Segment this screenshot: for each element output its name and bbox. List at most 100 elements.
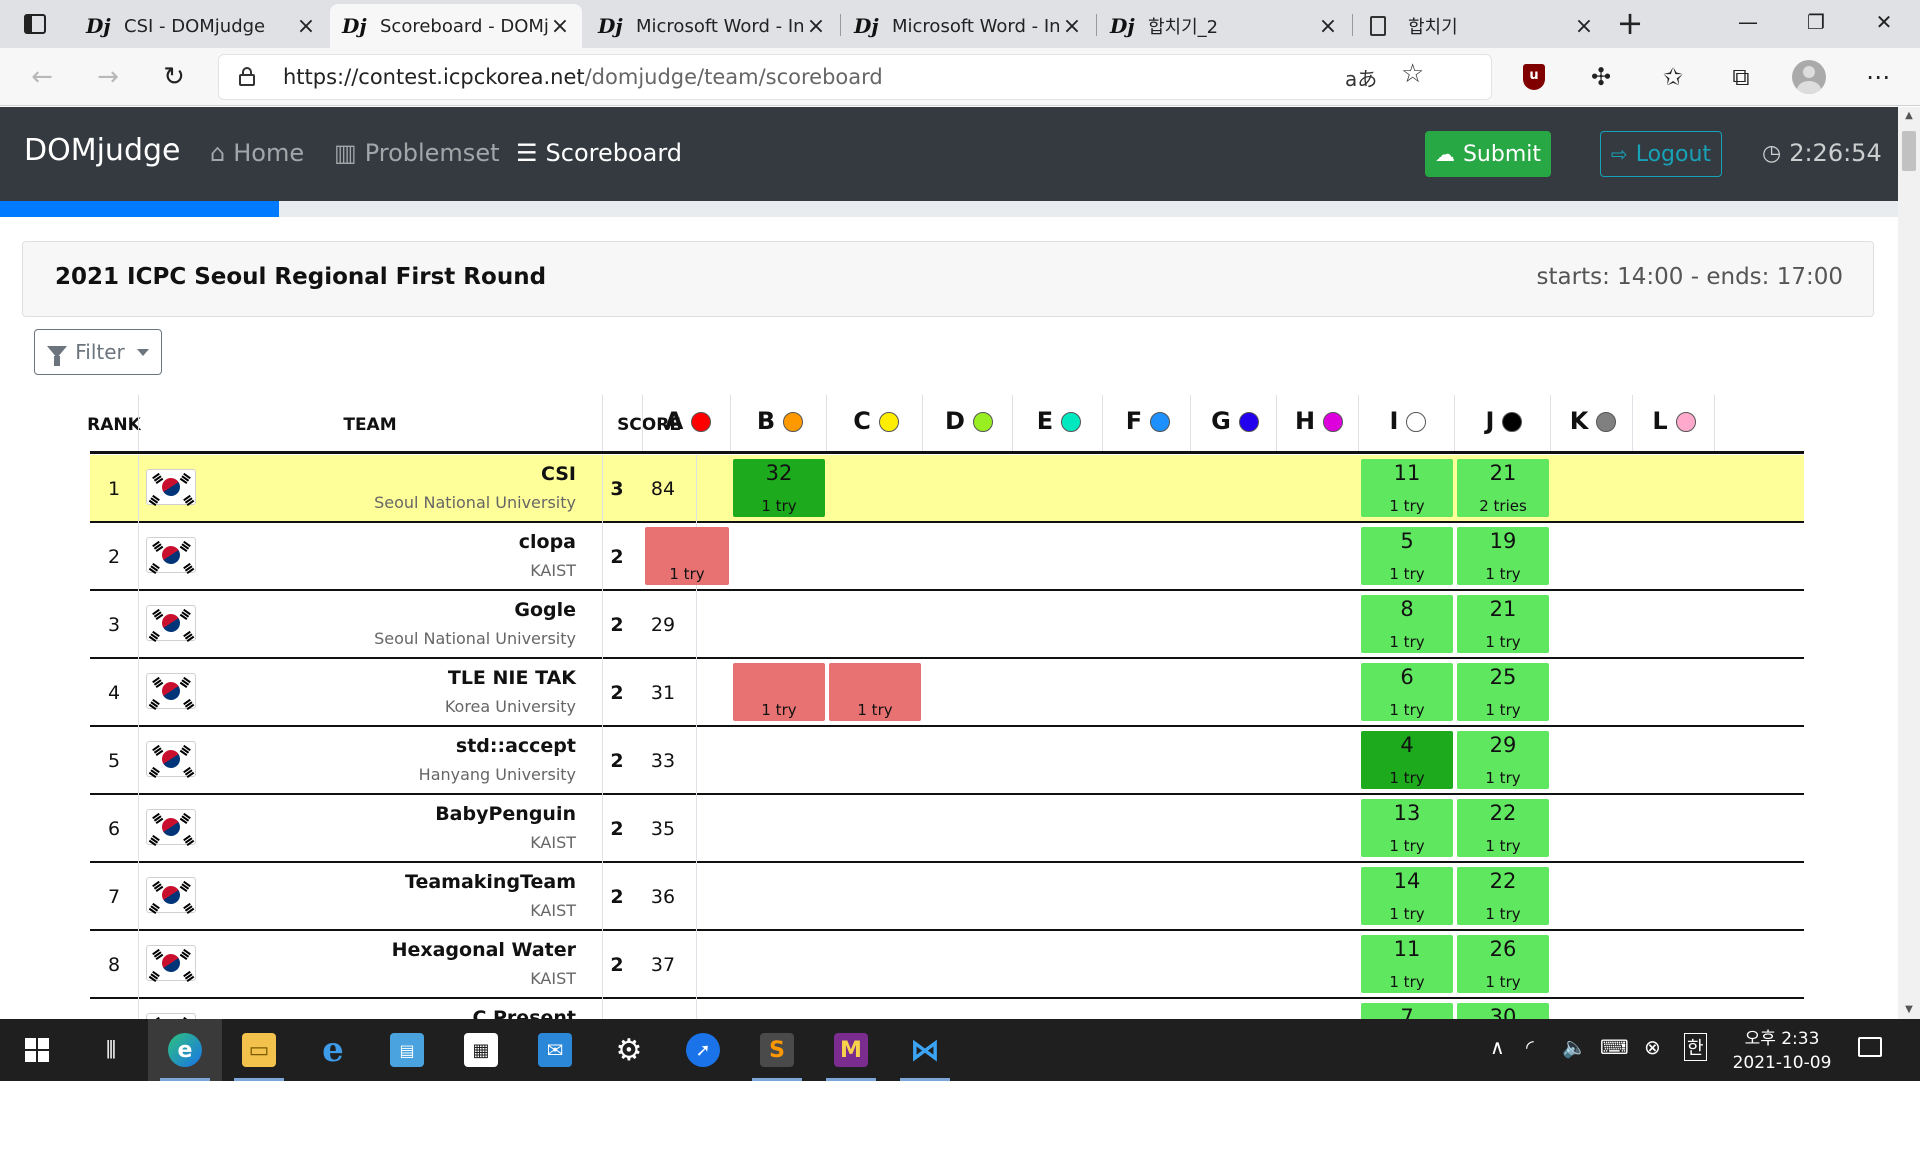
more-options-icon[interactable]: ⋯ (1862, 61, 1894, 93)
back-button[interactable]: ← (24, 60, 60, 94)
score-cell-i[interactable]: 4 1 try (1361, 731, 1453, 789)
read-aloud-icon[interactable]: aあ (1345, 63, 1377, 92)
score-cell-i[interactable]: 8 1 try (1361, 595, 1453, 653)
score-cell-a[interactable]: 1 try (645, 527, 729, 585)
browser-tab[interactable]: Dj Microsoft Word - In × (842, 4, 1094, 48)
score-cell-b[interactable]: 1 try (733, 663, 825, 721)
notification-center-icon[interactable] (1858, 1037, 1882, 1057)
table-row[interactable]: 3 Gogle Seoul National University 2 29 8 1 try… (90, 591, 1804, 659)
problem-header-l[interactable]: L (1634, 387, 1714, 451)
taskbar-settings[interactable]: ⚙ (592, 1019, 666, 1081)
problem-header-a[interactable]: A (644, 387, 732, 451)
maximize-button[interactable]: ❐ (1786, 0, 1846, 44)
score-cell-j[interactable]: 19 1 try (1457, 527, 1549, 585)
refresh-button[interactable]: ↻ (156, 60, 192, 94)
problem-header-h[interactable]: H (1278, 387, 1360, 451)
score-cell-i[interactable]: 13 1 try (1361, 799, 1453, 857)
taskbar-vscode[interactable]: ⋈ (888, 1019, 962, 1081)
taskbar-sublime-text[interactable]: S (740, 1019, 814, 1081)
score-cell-j[interactable]: 29 1 try (1457, 731, 1549, 789)
close-tab-icon[interactable]: × (1318, 14, 1338, 39)
problem-header-j[interactable]: J (1456, 387, 1552, 451)
team-name[interactable]: C Present (472, 1007, 576, 1019)
table-row[interactable]: 2clopaKAIST2241 try51 try191 try (90, 523, 1804, 591)
nav-link-home[interactable]: ⌂ Home (210, 139, 304, 167)
score-cell-j[interactable]: 25 1 try (1457, 663, 1549, 721)
table-row[interactable]: 9 C Present 7 30 (90, 999, 1804, 1019)
team-name[interactable]: clopa (519, 531, 576, 553)
score-cell-c[interactable]: 1 try (829, 663, 921, 721)
status-x-icon[interactable]: ⊗ (1644, 1035, 1661, 1059)
team-name[interactable]: CSI (541, 463, 576, 485)
filter-dropdown-button[interactable]: Filter (34, 329, 162, 375)
score-cell-j[interactable]: 22 1 try (1457, 799, 1549, 857)
new-tab-button[interactable]: + (1612, 6, 1648, 42)
profile-avatar[interactable] (1792, 60, 1826, 94)
table-row[interactable]: 8 Hexagonal Water KAIST 2 37 11 1 try 26 1 try (90, 931, 1804, 999)
table-row[interactable]: 4 TLE NIE TAK Korea University 2 31 1 try 1 tr… (90, 659, 1804, 727)
problem-header-d[interactable]: D (924, 387, 1014, 451)
ublock-origin-icon[interactable]: u (1523, 64, 1545, 90)
problem-header-e[interactable]: E (1014, 387, 1104, 451)
browser-tab[interactable]: 합치기 × (1354, 4, 1606, 48)
favorites-icon[interactable]: ✩ (1657, 61, 1689, 93)
collections-icon[interactable]: ⧉ (1725, 61, 1757, 93)
score-cell-j[interactable]: 26 1 try (1457, 935, 1549, 993)
taskbar-internet-explorer[interactable]: e (296, 1019, 370, 1081)
score-cell-i[interactable]: 11 1 try (1361, 935, 1453, 993)
team-name[interactable]: TLE NIE TAK (448, 667, 576, 689)
table-row[interactable]: 5 std::accept Hanyang University 2 33 4 1 try 2… (90, 727, 1804, 795)
taskbar-clock[interactable]: 오후 2:33 2021-10-09 (1728, 1027, 1836, 1075)
score-cell-i[interactable]: 5 1 try (1361, 527, 1453, 585)
add-favorite-icon[interactable]: ☆ (1401, 59, 1424, 89)
close-tab-icon[interactable]: × (296, 14, 316, 39)
team-name[interactable]: Hexagonal Water (392, 939, 576, 961)
lock-icon[interactable] (239, 67, 255, 86)
taskbar-file-explorer[interactable]: ▭ (222, 1019, 296, 1081)
taskbar-control-panel[interactable]: ▤ (370, 1019, 444, 1081)
page-scrollbar[interactable]: ▲ ▼ (1898, 107, 1920, 1019)
task-view-button[interactable]: ⫴ (74, 1019, 148, 1081)
minimize-button[interactable]: — (1718, 0, 1778, 44)
close-window-button[interactable]: ✕ (1854, 0, 1914, 44)
score-cell-i[interactable]: 6 1 try (1361, 663, 1453, 721)
scroll-down-arrow-icon[interactable]: ▼ (1898, 1001, 1920, 1019)
forward-button[interactable]: → (90, 60, 126, 94)
brand-logo[interactable]: DOMjudge (24, 133, 181, 168)
keyboard-icon[interactable]: ⌨ (1600, 1035, 1629, 1059)
taskbar-edge[interactable]: e (148, 1019, 222, 1081)
score-cell-j[interactable]: 21 2 tries (1457, 459, 1549, 517)
taskbar-app-purple[interactable]: M (814, 1019, 888, 1081)
tab-actions-menu-button[interactable] (18, 11, 52, 37)
problem-header-i[interactable]: I (1360, 387, 1456, 451)
problem-header-b[interactable]: B (732, 387, 828, 451)
taskbar-mail[interactable]: ✉ (518, 1019, 592, 1081)
score-cell-i[interactable]: 14 1 try (1361, 867, 1453, 925)
score-cell-i[interactable]: 7 (1361, 1003, 1453, 1019)
team-name[interactable]: TeamakingTeam (405, 871, 576, 893)
extensions-icon[interactable]: ✣ (1585, 61, 1617, 93)
table-row[interactable]: 1 CSI Seoul National University 3 84 32 1 try 1… (90, 455, 1804, 523)
logout-button[interactable]: ⇨ Logout (1600, 131, 1722, 177)
nav-link-scoreboard[interactable]: ☰ Scoreboard (516, 139, 682, 167)
address-bar[interactable]: https://contest.icpckorea.net/domjudge/t… (218, 54, 1492, 100)
scrollbar-thumb[interactable] (1902, 131, 1916, 171)
taskbar-app-blue[interactable]: ➚ (666, 1019, 740, 1081)
team-name[interactable]: Gogle (514, 599, 576, 621)
problem-header-k[interactable]: K (1552, 387, 1634, 451)
table-row[interactable]: 7 TeamakingTeam KAIST 2 36 14 1 try 22 1 try (90, 863, 1804, 931)
team-name[interactable]: std::accept (456, 735, 576, 757)
show-hidden-icons-icon[interactable]: ∧ (1490, 1035, 1505, 1059)
problem-header-c[interactable]: C (828, 387, 924, 451)
close-tab-icon[interactable]: × (550, 14, 570, 39)
problem-header-f[interactable]: F (1104, 387, 1192, 451)
browser-tab[interactable]: Dj CSI - DOMjudge × (74, 4, 328, 48)
problem-header-g[interactable]: G (1192, 387, 1278, 451)
score-cell-i[interactable]: 11 1 try (1361, 459, 1453, 517)
browser-tab[interactable]: Dj Microsoft Word - In × (586, 4, 838, 48)
close-tab-icon[interactable]: × (1062, 14, 1082, 39)
browser-tab[interactable]: Dj Scoreboard - DOMjudge× (330, 4, 582, 48)
table-row[interactable]: 6 BabyPenguin KAIST 2 35 13 1 try 22 1 try (90, 795, 1804, 863)
scroll-up-arrow-icon[interactable]: ▲ (1898, 107, 1920, 125)
score-cell-j[interactable]: 22 1 try (1457, 867, 1549, 925)
